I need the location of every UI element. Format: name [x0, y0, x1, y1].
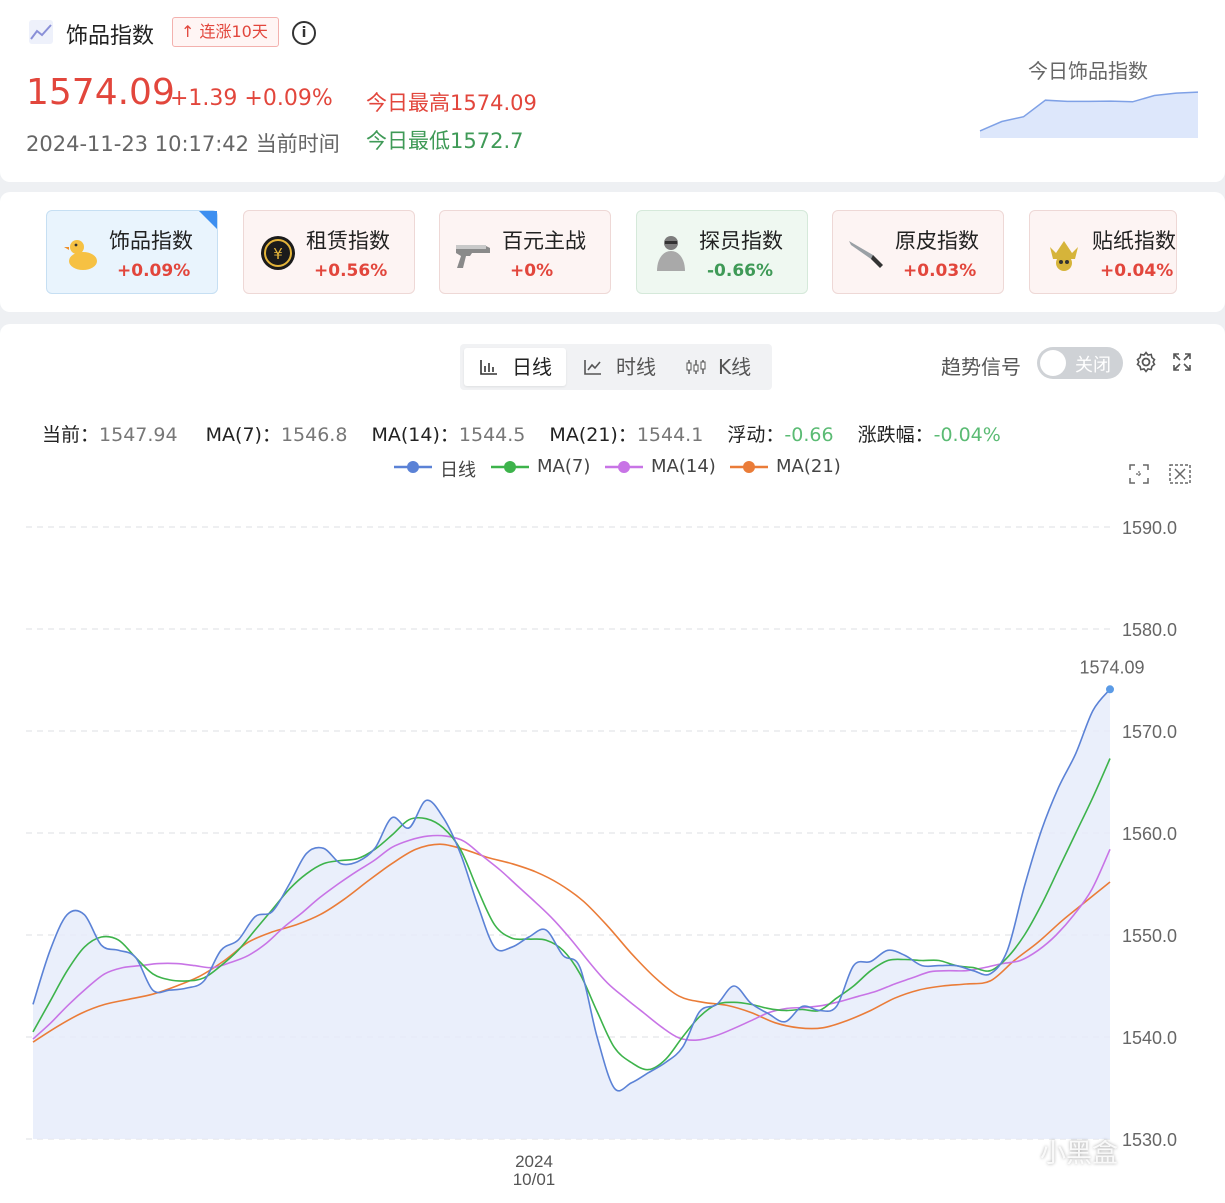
- current-price: 1574.09: [26, 72, 175, 113]
- legend-label: MA(14): [651, 456, 716, 477]
- knife-icon: [849, 241, 883, 268]
- pistol-icon: [456, 245, 490, 268]
- index-card[interactable]: 百元主战 +0%: [439, 210, 611, 294]
- price-line-chart[interactable]: 1590.0 1580.0 1570.0 1560.0 1550.0 1540.0 1530…: [0, 480, 1225, 1203]
- x-tick-year: 2024: [515, 1152, 553, 1171]
- trend-signal-label: 趋势信号: [941, 355, 1021, 379]
- legend-swatch: [394, 461, 432, 473]
- bar-chart-icon: [480, 360, 497, 375]
- index-card-name: 探员指数: [699, 229, 783, 253]
- stat-current-label: 当前：: [42, 424, 100, 446]
- index-card[interactable]: 原皮指数 +0.03%: [832, 210, 1004, 294]
- price-change: +1.39 +0.09%: [170, 86, 333, 111]
- chart-mode-tabs: 日线 时线 K线: [460, 344, 772, 390]
- today-low: 今日最低1572.7: [366, 129, 524, 153]
- stat-pct-value: -0.04%: [933, 424, 1001, 446]
- tab-intraday[interactable]: 时线: [568, 348, 664, 386]
- info-icon[interactable]: i: [292, 21, 316, 45]
- stat-ma21-value: 1544.1: [636, 424, 704, 446]
- x-tick-date: 10/01: [513, 1170, 556, 1189]
- line-chart-icon: [584, 360, 601, 375]
- index-card[interactable]: 探员指数 -0.66%: [636, 210, 808, 294]
- index-card[interactable]: 饰品指数 +0.09%: [46, 210, 218, 294]
- stat-pct-label: 涨跌幅：: [857, 424, 934, 446]
- stat-ma14-label: MA(14)：: [371, 424, 459, 446]
- tab-kline-label: K线: [718, 355, 752, 379]
- rent-coin-icon: ¥: [261, 236, 295, 270]
- toggle-state-label: 关闭: [1075, 355, 1111, 376]
- today-mini-chart: [979, 91, 1199, 138]
- y-tick-label: 1560.0: [1122, 824, 1177, 844]
- tab-kline[interactable]: K线: [670, 348, 766, 386]
- index-card-change: -0.66%: [707, 261, 774, 281]
- stat-ma7-value: 1546.8: [280, 424, 348, 446]
- index-card-name: 租赁指数: [306, 229, 390, 253]
- index-card-change: +0.03%: [903, 261, 977, 281]
- y-tick-label: 1550.0: [1122, 926, 1177, 946]
- y-tick-label: 1540.0: [1122, 1028, 1177, 1048]
- today-high: 今日最高1574.09: [366, 91, 537, 115]
- agent-icon: [657, 236, 685, 271]
- index-card-change: +0%: [510, 261, 554, 281]
- stat-float-value: -0.66: [784, 424, 834, 446]
- y-tick-label: 1590.0: [1122, 518, 1177, 538]
- index-cards-panel: ‹ › 饰品指数+0.09%¥租赁指数+0.56%百元主战+0%探员指数-0.6…: [0, 192, 1225, 458]
- watermark-text: 小黑盒: [1040, 1139, 1119, 1169]
- gear-icon[interactable]: [1134, 350, 1158, 374]
- stat-ma21-label: MA(21)：: [549, 424, 637, 446]
- index-card-name: 饰品指数: [109, 229, 193, 253]
- legend-label: 日线: [440, 460, 476, 481]
- trend-signal-toggle[interactable]: 关闭: [1037, 347, 1123, 379]
- mini-chart-title: 今日饰品指数: [1028, 59, 1148, 83]
- svg-text:¥: ¥: [273, 245, 283, 263]
- candlestick-icon: [686, 360, 706, 374]
- legend-swatch: [491, 461, 529, 473]
- mini-chart-area: [980, 92, 1198, 138]
- stat-ma7-label: MA(7)：: [205, 424, 281, 446]
- index-card[interactable]: 贴纸指数 +0.04%: [1029, 210, 1177, 294]
- stat-float-label: 浮动：: [727, 424, 785, 446]
- fullscreen-icon[interactable]: [1172, 352, 1192, 372]
- selected-corner-marker: [199, 211, 217, 229]
- index-card-name: 贴纸指数: [1092, 229, 1176, 253]
- daily-area-fill: [33, 689, 1110, 1139]
- last-value-label: 1574.09: [1079, 657, 1144, 677]
- index-header-panel: 饰品指数 ↑ 连涨10天 i 1574.09 +1.39 +0.09% 2024…: [0, 0, 1225, 182]
- index-card-change: +0.56%: [314, 261, 388, 281]
- index-card-change: +0.09%: [117, 261, 191, 281]
- tab-intraday-label: 时线: [616, 355, 656, 379]
- duck-icon: [64, 240, 97, 270]
- index-card-name: 原皮指数: [895, 229, 979, 253]
- crown-skull-sticker-icon: [1050, 241, 1078, 271]
- index-card-name: 百元主战: [502, 229, 586, 253]
- stat-ma14-value: 1544.5: [458, 424, 526, 446]
- last-point-marker: [1106, 685, 1114, 694]
- index-card[interactable]: ¥ 租赁指数 +0.56%: [243, 210, 415, 294]
- trend-chart-icon: [29, 20, 53, 44]
- y-tick-label: 1570.0: [1122, 722, 1177, 742]
- legend-label: MA(21): [776, 456, 841, 477]
- stat-current-value: 1547.94: [99, 424, 178, 446]
- legend-swatch: [605, 461, 643, 473]
- legend-label: MA(7): [537, 456, 591, 477]
- current-time: 2024-11-23 10:17:42 当前时间: [26, 132, 340, 156]
- page-title: 饰品指数: [66, 24, 155, 49]
- chart-stats-row: 当前：1547.94 MA(7)：1546.8 MA(14)：1544.5 MA…: [42, 420, 1001, 447]
- index-card-change: +0.04%: [1100, 261, 1174, 281]
- toggle-knob: [1040, 350, 1066, 376]
- tab-daily-label: 日线: [512, 355, 552, 379]
- rise-streak-badge: ↑ 连涨10天: [172, 17, 279, 47]
- y-tick-label: 1530.0: [1122, 1130, 1177, 1150]
- legend-swatch: [730, 461, 768, 473]
- tab-daily[interactable]: 日线: [464, 348, 566, 386]
- y-tick-label: 1580.0: [1122, 620, 1177, 640]
